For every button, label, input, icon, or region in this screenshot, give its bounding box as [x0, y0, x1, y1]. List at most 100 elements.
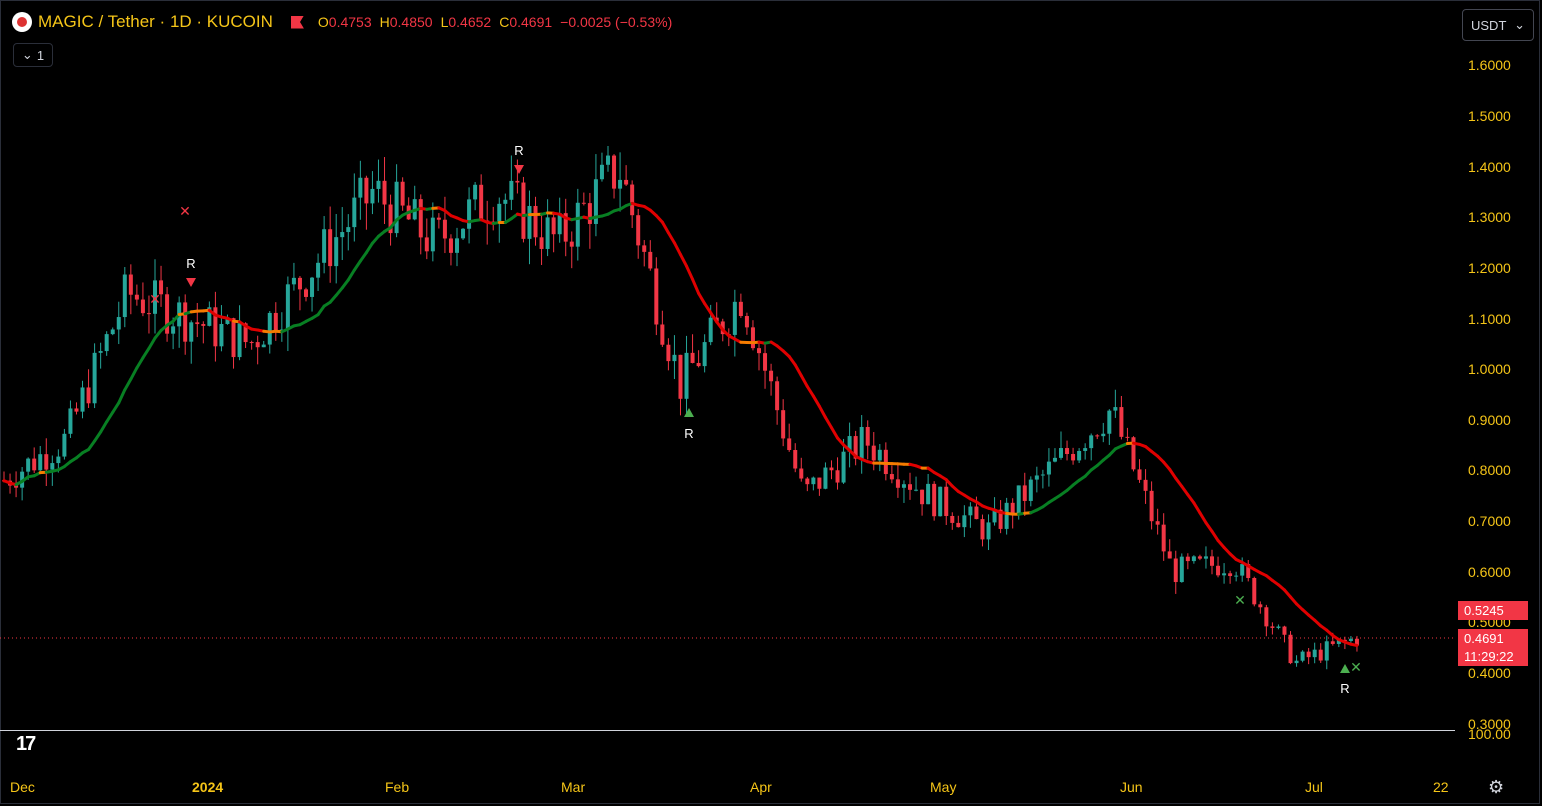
settings-gear-icon[interactable]: ⚙	[1488, 777, 1504, 798]
candle-body	[648, 251, 653, 269]
candle-body	[569, 241, 574, 247]
ma-segment	[685, 264, 695, 281]
candle-body	[775, 381, 780, 411]
candle-body	[1228, 573, 1233, 577]
price-tick-label: 1.6000	[1468, 57, 1511, 73]
candle-body	[575, 202, 580, 247]
ma-segment	[358, 251, 368, 263]
ma-segment	[87, 439, 97, 451]
candle-body	[448, 238, 453, 253]
candle-body	[787, 438, 792, 451]
candle-body	[1294, 660, 1299, 664]
collapse-indicators-button[interactable]: ⌄ 1	[13, 43, 53, 67]
candle-body	[962, 515, 967, 528]
candle-body	[642, 245, 647, 252]
candle-body	[859, 426, 864, 459]
candle-body	[1155, 521, 1160, 525]
candle-body	[938, 486, 943, 517]
candle-body	[781, 410, 786, 439]
candle-body	[811, 477, 816, 485]
time-tick-label: May	[930, 779, 957, 795]
candle-body	[932, 483, 937, 517]
candle-body	[1288, 634, 1293, 664]
ma-segment	[811, 394, 821, 408]
price-tick-label: 0.4000	[1468, 665, 1511, 681]
candle-body	[1306, 651, 1311, 658]
candle-body	[1240, 564, 1245, 576]
candle-body	[340, 232, 345, 238]
candle-body	[231, 318, 236, 358]
candle-body	[509, 180, 514, 200]
candle-body	[171, 326, 176, 334]
candle-body	[400, 181, 405, 206]
candle-body	[376, 180, 381, 189]
ma-segment	[340, 278, 350, 290]
candle-body	[515, 180, 520, 183]
candle-body	[1318, 649, 1323, 661]
candle-body	[201, 324, 206, 326]
cross-signal-icon: ✕	[179, 203, 191, 219]
candle-body	[418, 199, 423, 238]
candle-body	[1276, 626, 1281, 628]
signal-markers: RRRR✕✕✕✕	[149, 143, 1362, 696]
magic-logo-icon	[12, 12, 32, 32]
price-tick-label: 1.0000	[1468, 361, 1511, 377]
ma-segment	[129, 366, 139, 381]
candle-body	[1264, 607, 1269, 627]
candle-body	[926, 483, 931, 505]
candle-body	[581, 202, 586, 204]
candle-body	[291, 277, 296, 285]
tradingview-logo-icon[interactable]: 17	[16, 733, 36, 756]
symbol-legend: MAGIC / Tether · 1D · KUCOIN O0.4753 H0.…	[12, 12, 672, 32]
candle-body	[473, 184, 478, 200]
candle-body	[968, 506, 973, 516]
candle-body	[424, 237, 429, 252]
candle-body	[871, 445, 876, 461]
time-tick-label: Jul	[1305, 779, 1323, 795]
candle-body	[467, 199, 472, 229]
candle-body	[1258, 604, 1263, 608]
cross-signal-icon: ✕	[1234, 592, 1246, 608]
last-price-badge: 0.4691	[1458, 629, 1528, 648]
flag-icon[interactable]	[290, 15, 304, 29]
candle-body	[110, 329, 115, 335]
ma-segment	[666, 231, 676, 245]
ma-segment	[823, 415, 833, 430]
candle-body	[74, 408, 79, 412]
candle-body	[877, 449, 882, 461]
pane-separator[interactable]	[0, 730, 1455, 731]
candle-body	[757, 348, 761, 354]
candle-body	[690, 352, 695, 363]
candle-body	[630, 184, 635, 216]
ma-segment	[141, 346, 151, 360]
price-tick-label: 1.2000	[1468, 260, 1511, 276]
candle-body	[606, 155, 610, 165]
candle-body	[80, 387, 85, 412]
price-tick-label: 1.1000	[1468, 311, 1511, 327]
ma-segment	[1210, 529, 1220, 543]
candle-body	[255, 342, 260, 348]
candle-body	[1083, 448, 1088, 451]
candle-body	[92, 352, 97, 404]
candle-body	[98, 351, 103, 353]
candle-body	[666, 344, 671, 362]
ma-segment	[93, 430, 103, 443]
currency-select[interactable]: USDT ⌄	[1462, 9, 1534, 41]
time-tick-label: Apr	[750, 779, 772, 795]
price-chart[interactable]: RRRR✕✕✕✕	[0, 0, 1455, 730]
candle-body	[44, 454, 49, 470]
candle-body	[829, 467, 834, 471]
candle-body	[261, 344, 266, 348]
candle-body	[1071, 454, 1076, 461]
candle-body	[1113, 407, 1118, 411]
candle-body	[956, 522, 961, 528]
candle-body	[1065, 448, 1070, 455]
candle-body	[297, 277, 302, 290]
symbol-title[interactable]: MAGIC / Tether · 1D · KUCOIN	[38, 12, 273, 32]
ma-segment	[703, 302, 713, 315]
candle-body	[267, 312, 272, 345]
ma-value-badge: 0.5245	[1458, 601, 1528, 620]
ma-segment	[817, 404, 827, 419]
candle-body	[654, 268, 659, 325]
candle-body	[122, 274, 127, 318]
